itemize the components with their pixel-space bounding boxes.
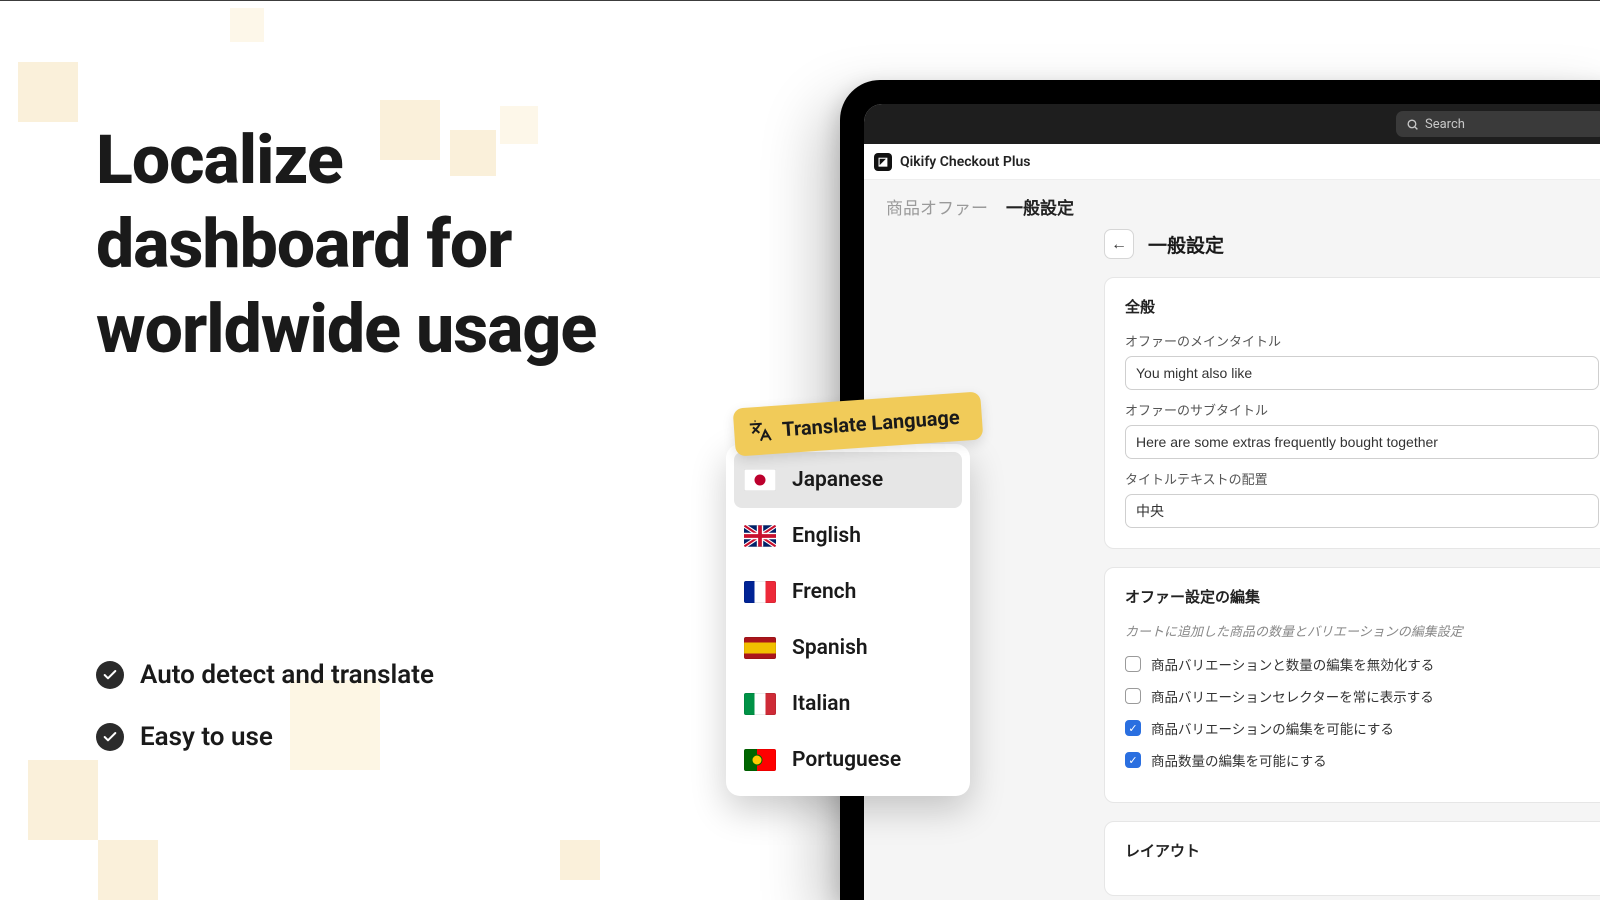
card-general: 全般 オファーのメインタイトル オファーのサブタイトル タイトルテキストの配置	[1104, 277, 1600, 549]
card-title: レイアウト	[1125, 840, 1599, 861]
tabs: 商品オファー 一般設定	[864, 180, 1600, 229]
checkbox-enable-variant-edit[interactable]	[1125, 720, 1141, 736]
flag-es-icon	[744, 637, 776, 659]
tab-general[interactable]: 一般設定	[1006, 194, 1074, 219]
language-label: Japanese	[792, 468, 883, 492]
field-label: オファーのメインタイトル	[1125, 331, 1599, 350]
flag-it-icon	[744, 693, 776, 715]
language-label: English	[792, 524, 861, 548]
checkbox-enable-quantity-edit[interactable]	[1125, 752, 1141, 768]
deco-square	[28, 760, 98, 840]
language-item-portuguese[interactable]: Portuguese	[734, 732, 962, 788]
language-label: Spanish	[792, 636, 868, 660]
app-name: Qikify Checkout Plus	[900, 154, 1030, 170]
checkbox-label: 商品数量の編集を可能にする	[1151, 750, 1327, 770]
flag-fr-icon	[744, 581, 776, 603]
feature-item: Auto detect and translate	[96, 660, 434, 690]
app-screen: Search ◪ Qikify Checkout Plus 商品オファー 一般設…	[864, 104, 1600, 900]
app-logo-icon: ◪	[874, 153, 892, 171]
feature-item: Easy to use	[96, 722, 434, 752]
check-icon	[96, 723, 124, 751]
main-title-input[interactable]	[1125, 356, 1599, 390]
checkbox-disable-edit[interactable]	[1125, 656, 1141, 672]
feature-label: Easy to use	[140, 722, 273, 752]
checkbox-label: 商品バリエーションと数量の編集を無効化する	[1151, 654, 1434, 674]
check-icon	[96, 661, 124, 689]
deco-square	[560, 840, 600, 880]
card-title: 全般	[1125, 296, 1599, 317]
card-subtitle: カートに追加した商品の数量とバリエーションの編集設定	[1125, 621, 1599, 640]
search-input[interactable]: Search	[1396, 111, 1600, 137]
flag-uk-icon	[744, 525, 776, 547]
flag-pt-icon	[744, 749, 776, 771]
language-item-english[interactable]: English	[734, 508, 962, 564]
window-topbar: Search	[864, 104, 1600, 144]
translate-label: Translate Language	[781, 405, 960, 441]
card-title: オファー設定の編集	[1125, 586, 1599, 607]
checkbox-label: 商品バリエーションの編集を可能にする	[1151, 718, 1394, 738]
sub-title-input[interactable]	[1125, 425, 1599, 459]
deco-square	[18, 62, 78, 122]
checkbox-always-show-selector[interactable]	[1125, 688, 1141, 704]
language-picker: Translate Language Japanese English Fren…	[726, 400, 974, 796]
language-item-spanish[interactable]: Spanish	[734, 620, 962, 676]
translate-icon	[747, 418, 773, 444]
language-list: Japanese English French Spanish Italian	[726, 444, 970, 796]
top-border	[0, 0, 1600, 1]
card-layout: レイアウト	[1104, 821, 1600, 896]
language-item-french[interactable]: French	[734, 564, 962, 620]
language-label: Italian	[792, 692, 850, 716]
language-item-japanese[interactable]: Japanese	[734, 452, 962, 508]
field-label: タイトルテキストの配置	[1125, 469, 1599, 488]
tab-offers[interactable]: 商品オファー	[886, 194, 988, 219]
field-label: オファーのサブタイトル	[1125, 400, 1599, 419]
alignment-input[interactable]	[1125, 494, 1599, 528]
deco-square	[230, 8, 264, 42]
checkbox-label: 商品バリエーションセレクターを常に表示する	[1151, 686, 1434, 706]
feature-label: Auto detect and translate	[140, 660, 434, 690]
marketing-headline: Localize dashboard for worldwide usage	[96, 118, 656, 371]
app-bar: ◪ Qikify Checkout Plus	[864, 144, 1600, 180]
language-item-italian[interactable]: Italian	[734, 676, 962, 732]
language-label: French	[792, 580, 856, 604]
flag-jp-icon	[744, 469, 776, 491]
page-title: 一般設定	[1148, 231, 1224, 258]
search-placeholder: Search	[1425, 117, 1465, 132]
back-button[interactable]: ←	[1104, 229, 1134, 259]
card-offer-settings: オファー設定の編集 カートに追加した商品の数量とバリエーションの編集設定 商品バ…	[1104, 567, 1600, 803]
deco-square	[98, 840, 158, 900]
language-label: Portuguese	[792, 748, 901, 772]
